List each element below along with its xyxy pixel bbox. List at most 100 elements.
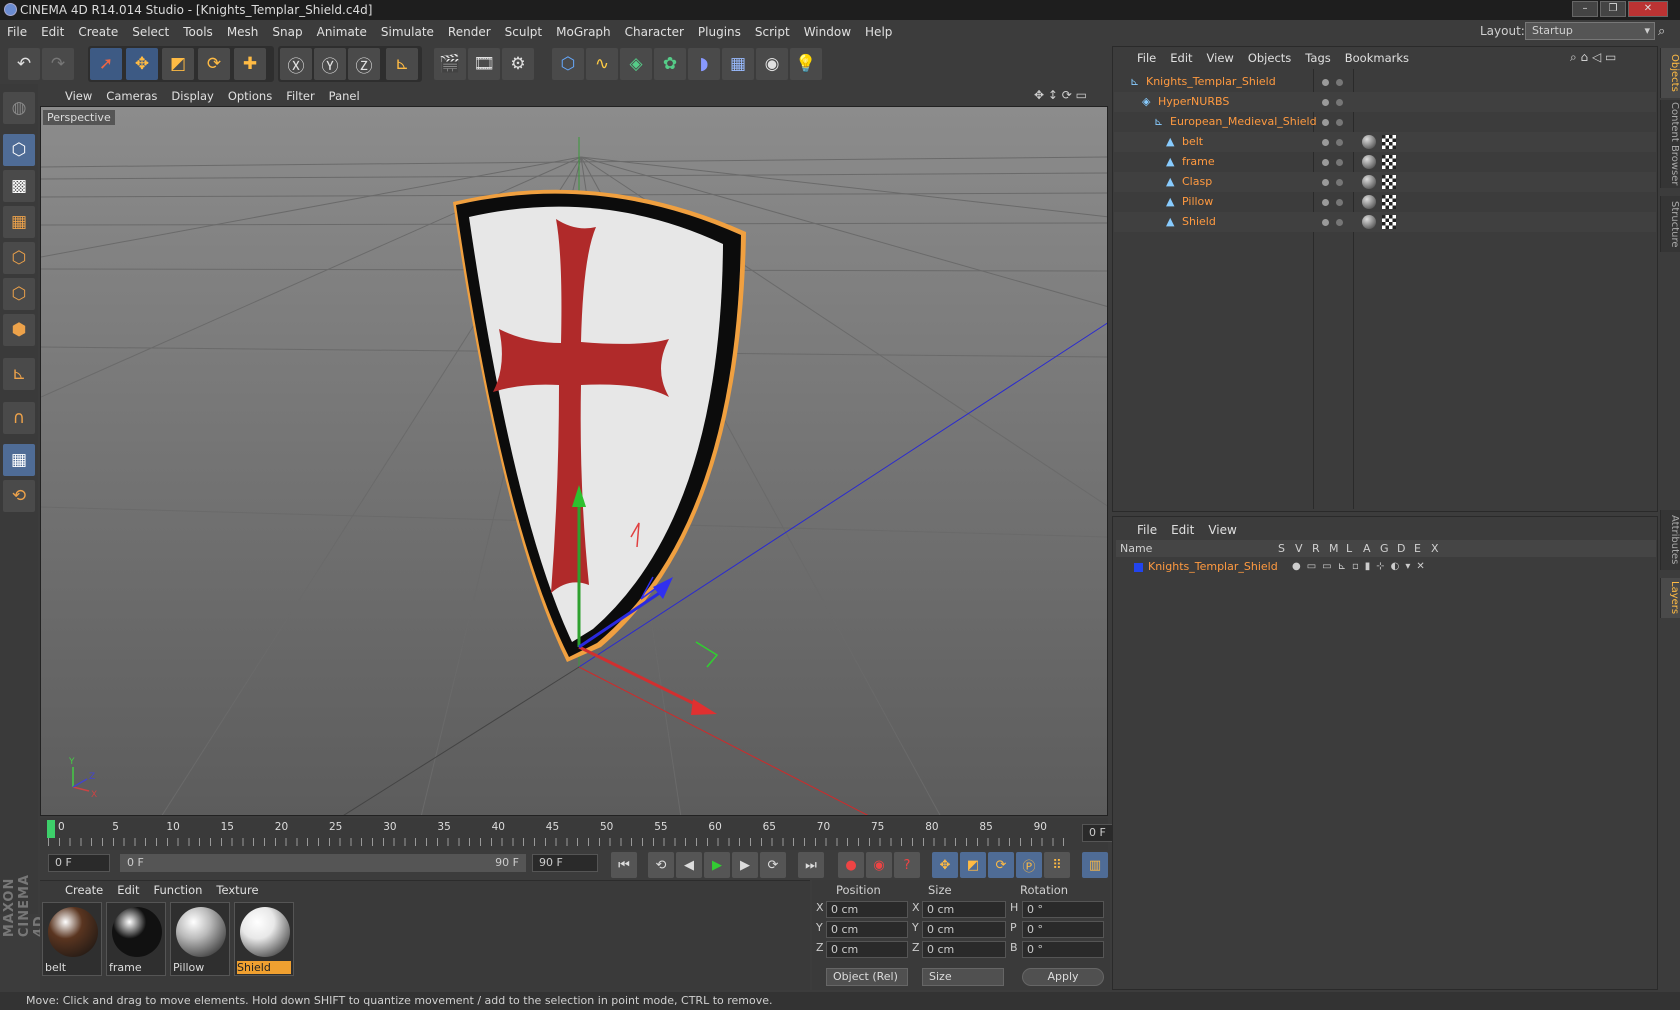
object-row[interactable]: ▲ Shield (1114, 212, 1656, 232)
editor-visibility-dot[interactable] (1322, 179, 1329, 186)
mat-menu-edit[interactable]: Edit (110, 880, 146, 900)
position-field[interactable]: 0 cm (826, 921, 908, 938)
animation-mode-icon[interactable]: ⟲ (3, 480, 35, 512)
material-swatch-shield[interactable]: Shield (234, 902, 294, 976)
side-tab-objects[interactable]: Objects (1660, 48, 1680, 98)
render-picture-viewer-icon[interactable]: 🎞 (468, 48, 500, 80)
key-parameter-icon[interactable]: Ⓟ (1016, 852, 1042, 878)
record-keys-icon[interactable]: ● (838, 852, 864, 878)
start-frame-field[interactable]: 0 F (48, 854, 110, 872)
uvw-tag-icon[interactable] (1382, 195, 1396, 209)
move-tool-icon[interactable]: ✥ (126, 48, 158, 80)
magnet-icon[interactable]: ∩ (3, 402, 35, 434)
timeline-window-icon[interactable]: ▥ (1082, 852, 1108, 878)
size-mode-select[interactable]: Size (922, 968, 1004, 986)
layer-column-e[interactable]: E (1414, 540, 1421, 557)
object-name[interactable]: frame (1182, 152, 1215, 172)
keyframe-selection-icon[interactable]: ? (894, 852, 920, 878)
editor-visibility-dot[interactable] (1322, 159, 1329, 166)
editor-visibility-dot[interactable] (1322, 99, 1329, 106)
apply-button[interactable]: Apply (1022, 968, 1104, 986)
search-icon[interactable]: ⌕ (1658, 24, 1665, 39)
polygons-mode-icon[interactable]: ⬢ (3, 314, 35, 346)
object-row[interactable]: ▲ frame (1114, 152, 1656, 172)
layer-column-m[interactable]: M (1329, 540, 1339, 557)
menu-mograph[interactable]: MoGraph (549, 20, 618, 44)
object-row[interactable]: ⊾ Knights_Templar_Shield (1114, 72, 1656, 92)
menu-create[interactable]: Create (71, 20, 125, 44)
go-to-start-icon[interactable]: ⏮ (611, 852, 637, 878)
menu-simulate[interactable]: Simulate (374, 20, 441, 44)
mat-menu-function[interactable]: Function (147, 880, 210, 900)
side-tab-structure[interactable]: Structure (1660, 196, 1680, 252)
make-editable-icon[interactable]: ◍ (3, 92, 35, 124)
menu-script[interactable]: Script (748, 20, 797, 44)
material-tag-icon[interactable] (1362, 135, 1376, 149)
side-tab-attributes[interactable]: Attributes (1660, 510, 1680, 570)
key-position-icon[interactable]: ✥ (932, 852, 958, 878)
material-tag-icon[interactable] (1362, 195, 1376, 209)
layer-column-x[interactable]: X (1431, 540, 1439, 557)
y-axis-lock-icon[interactable]: Ⓨ (314, 48, 346, 80)
editor-visibility-dot[interactable] (1322, 199, 1329, 206)
object-row[interactable]: ▲ belt (1114, 132, 1656, 152)
render-view-icon[interactable]: 🎬 (434, 48, 466, 80)
obj-menu-tags[interactable]: Tags (1298, 48, 1337, 68)
autokey-icon[interactable]: ◉ (866, 852, 892, 878)
light-icon[interactable]: 💡 (790, 48, 822, 80)
layer-menu-edit[interactable]: Edit (1164, 518, 1201, 542)
key-pla-icon[interactable]: ⠿ (1044, 852, 1070, 878)
render-visibility-dot[interactable] (1336, 199, 1343, 206)
menu-animate[interactable]: Animate (310, 20, 374, 44)
add-tool-icon[interactable]: ✚ (234, 48, 266, 80)
layer-column-d[interactable]: D (1397, 540, 1405, 557)
layer-color-swatch[interactable] (1134, 563, 1143, 572)
object-row[interactable]: ▲ Clasp (1114, 172, 1656, 192)
uvw-tag-icon[interactable] (1382, 215, 1396, 229)
object-name[interactable]: Pillow (1182, 192, 1213, 212)
layout-select[interactable]: Startup (1525, 22, 1655, 40)
menu-help[interactable]: Help (858, 20, 899, 44)
object-name[interactable]: HyperNURBS (1158, 92, 1229, 112)
nurbs-icon[interactable]: ◈ (620, 48, 652, 80)
material-swatch-frame[interactable]: frame (106, 902, 166, 976)
object-name[interactable]: Shield (1182, 212, 1216, 232)
size-field[interactable]: 0 cm (922, 901, 1006, 918)
z-axis-lock-icon[interactable]: Ⓩ (348, 48, 380, 80)
rotation-field[interactable]: 0 ° (1022, 941, 1104, 958)
editor-visibility-dot[interactable] (1322, 219, 1329, 226)
editor-visibility-dot[interactable] (1322, 79, 1329, 86)
obj-menu-bookmarks[interactable]: Bookmarks (1338, 48, 1416, 68)
side-tab-layers[interactable]: Layers (1660, 578, 1680, 618)
camera-icon[interactable]: ◉ (756, 48, 788, 80)
menu-edit[interactable]: Edit (34, 20, 71, 44)
object-row[interactable]: ⊾ European_Medieval_Shield (1114, 112, 1656, 132)
layer-column-g[interactable]: G (1380, 540, 1389, 557)
layer-menu-file[interactable]: File (1130, 518, 1164, 542)
material-tag-icon[interactable] (1362, 215, 1376, 229)
mat-menu-texture[interactable]: Texture (209, 880, 265, 900)
layer-column-name[interactable]: Name (1120, 540, 1152, 557)
render-visibility-dot[interactable] (1336, 159, 1343, 166)
deformer-icon[interactable]: ◗ (688, 48, 720, 80)
menu-tools[interactable]: Tools (176, 20, 220, 44)
live-selection-icon[interactable]: ➚ (90, 48, 122, 80)
render-settings-icon[interactable]: ⚙ (502, 48, 534, 80)
previous-frame-icon[interactable]: ◀ (676, 852, 702, 878)
key-scale-icon[interactable]: ◩ (960, 852, 986, 878)
frame-range-slider[interactable]: 0 F 90 F (120, 854, 526, 872)
previous-key-icon[interactable]: ⟲ (648, 852, 674, 878)
vp-menu-options[interactable]: Options (221, 86, 279, 106)
object-name[interactable]: European_Medieval_Shield (1170, 112, 1317, 132)
editor-visibility-dot[interactable] (1322, 139, 1329, 146)
size-field[interactable]: 0 cm (922, 941, 1006, 958)
uvw-tag-icon[interactable] (1382, 155, 1396, 169)
render-visibility-dot[interactable] (1336, 79, 1343, 86)
object-row[interactable]: ◈ HyperNURBS (1114, 92, 1656, 112)
key-rotation-icon[interactable]: ⟳ (988, 852, 1014, 878)
menu-select[interactable]: Select (125, 20, 176, 44)
menu-character[interactable]: Character (618, 20, 691, 44)
floor-icon[interactable]: ▦ (722, 48, 754, 80)
layer-row[interactable]: Knights_Templar_Shield ●▭▭⊾▫▮⊹◐▾✕ (1116, 558, 1656, 576)
menu-render[interactable]: Render (441, 20, 498, 44)
